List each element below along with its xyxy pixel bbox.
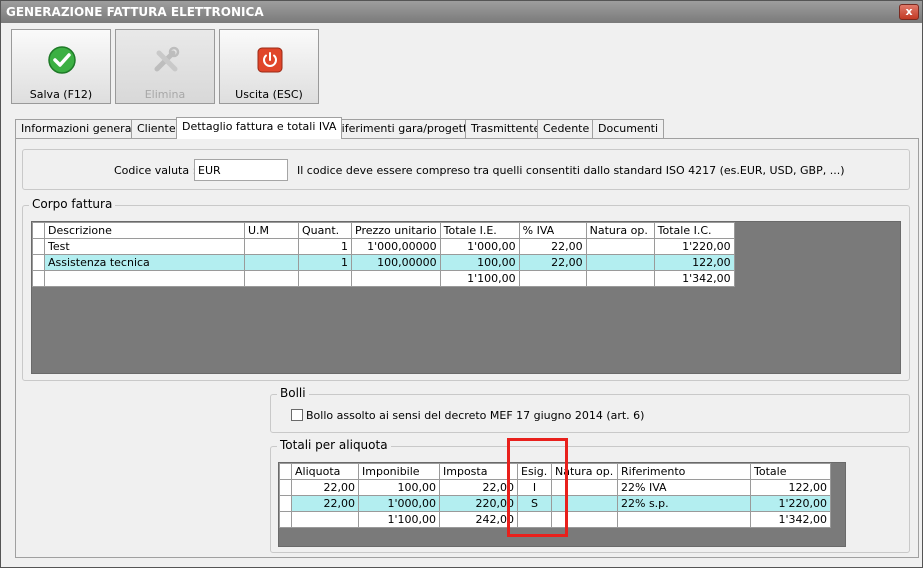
table-cell: 1'100,00 [439,270,520,287]
exit-button-label: Uscita (ESC) [235,88,303,101]
checkmark-icon [47,45,77,75]
tab-dettaglio-fattura[interactable]: Dettaglio fattura e totali IVA [176,117,343,139]
table-cell[interactable]: 100,00000 [351,254,441,271]
currency-label: Codice valuta : [114,164,197,177]
table-cell[interactable]: 1 [298,254,352,271]
table-cell[interactable] [244,254,299,271]
table-cell[interactable]: 1'000,00 [439,238,520,255]
table-row[interactable]: Assistenza tecnica 1 100,00000 100,00 22… [32,254,735,271]
totali-aliquota-group: Totali per aliquota Aliquota Imponibile … [270,438,910,553]
column-header[interactable]: Prezzo unitario [351,222,441,239]
column-header[interactable]: Quant. [298,222,352,239]
currency-hint: Il codice deve essere compreso tra quell… [297,164,845,177]
corpo-fattura-title: Corpo fattura [29,197,116,211]
row-selector[interactable] [32,238,45,255]
table-cell[interactable] [244,238,299,255]
table-cell[interactable]: 100,00 [358,479,440,496]
column-header[interactable]: Totale I.C. [653,222,735,239]
table-cell: 1'342,00 [653,270,735,287]
close-window-button[interactable]: x [899,4,919,20]
power-icon [255,45,285,75]
bollo-checkbox-label[interactable]: Bollo assolto ai sensi del decreto MEF 1… [306,409,644,422]
save-button[interactable]: Salva (F12) [11,29,111,104]
row-selector[interactable] [279,495,292,512]
currency-group: Codice valuta : Il codice deve essere co… [22,149,910,190]
row-selector [32,222,45,239]
table-row[interactable]: Test 1 1'000,00000 1'000,00 22,00 1'220,… [32,238,735,255]
tab-panel-dettaglio: Codice valuta : Il codice deve essere co… [15,138,919,558]
tab-riferimenti-gara[interactable]: Riferimenti gara/progetto [328,119,481,138]
column-header[interactable]: Totale I.E. [439,222,520,239]
table-cell[interactable]: 122,00 [653,254,735,271]
table-cell[interactable]: 1'220,00 [750,495,831,512]
save-button-label: Salva (F12) [29,88,93,101]
bolli-group: Bolli Bollo assolto ai sensi del decreto… [270,386,910,433]
table-cell[interactable]: 100,00 [439,254,520,271]
table-cell [291,511,359,528]
table-cell [298,270,352,287]
table-cell[interactable]: 1'220,00 [653,238,735,255]
table-cell[interactable]: Test [44,238,245,255]
row-selector[interactable] [32,254,45,271]
table-cell[interactable]: 1'000,00000 [351,238,441,255]
table-cell[interactable]: 22,00 [518,238,587,255]
window-title: GENERAZIONE FATTURA ELETTRONICA [1,1,922,23]
row-selector[interactable] [279,479,292,496]
column-header[interactable]: Riferimento [617,463,751,480]
bolli-title: Bolli [277,386,309,400]
column-header[interactable]: Totale [750,463,831,480]
esig-annotation-box [507,438,568,537]
tab-cedente[interactable]: Cedente [537,119,596,138]
delete-button-label: Elimina [144,88,186,101]
table-cell[interactable]: 1'000,00 [358,495,440,512]
table-cell[interactable]: 1 [298,238,352,255]
table-cell[interactable]: 22% IVA [617,479,751,496]
table-cell [244,270,299,287]
table-cell[interactable]: Assistenza tecnica [44,254,245,271]
corpo-fattura-group: Corpo fattura Descrizione U.M Quant. Pre… [22,197,910,381]
table-cell [44,270,245,287]
table-cell[interactable]: 22,00 [291,479,359,496]
table-cell[interactable]: 22,00 [439,479,518,496]
table-cell[interactable]: 22,00 [518,254,587,271]
delete-button[interactable]: Elimina [115,29,215,104]
currency-input[interactable] [194,159,288,181]
column-header[interactable]: Imposta [439,463,518,480]
totali-aliquota-title: Totali per aliquota [277,438,391,452]
row-selector [32,270,45,287]
table-cell[interactable] [585,254,655,271]
row-selector [279,463,292,480]
column-header[interactable]: % IVA [518,222,587,239]
totals-row: 1'100,00 1'342,00 [32,270,735,287]
table-cell [351,270,441,287]
table-cell [585,270,655,287]
column-header[interactable]: Natura op. [585,222,655,239]
table-cell: 1'100,00 [358,511,440,528]
table-cell[interactable]: 22% s.p. [617,495,751,512]
bollo-checkbox[interactable] [291,409,303,421]
table-cell[interactable]: 122,00 [750,479,831,496]
tab-documenti[interactable]: Documenti [592,119,665,138]
delete-tools-icon [151,45,181,75]
column-header[interactable]: Aliquota [291,463,359,480]
table-cell[interactable]: 220,00 [439,495,518,512]
corpo-fattura-table: Descrizione U.M Quant. Prezzo unitario T… [32,222,735,287]
row-selector [279,511,292,528]
column-header[interactable]: U.M [244,222,299,239]
table-cell [617,511,751,528]
corpo-fattura-grid[interactable]: Descrizione U.M Quant. Prezzo unitario T… [31,221,901,374]
column-header[interactable]: Descrizione [44,222,245,239]
table-cell: 242,00 [439,511,518,528]
table-cell[interactable]: 22,00 [291,495,359,512]
tab-informazioni-generali[interactable]: Informazioni generali [15,119,144,138]
table-cell[interactable] [585,238,655,255]
corpo-header-row: Descrizione U.M Quant. Prezzo unitario T… [32,222,735,239]
tab-trasmittente[interactable]: Trasmittente [465,119,547,138]
exit-button[interactable]: Uscita (ESC) [219,29,319,104]
table-cell [518,270,587,287]
column-header[interactable]: Imponibile [358,463,440,480]
tab-cliente[interactable]: Cliente [131,119,182,138]
invoice-window: GENERAZIONE FATTURA ELETTRONICA x Salva … [0,0,923,568]
table-cell: 1'342,00 [750,511,831,528]
